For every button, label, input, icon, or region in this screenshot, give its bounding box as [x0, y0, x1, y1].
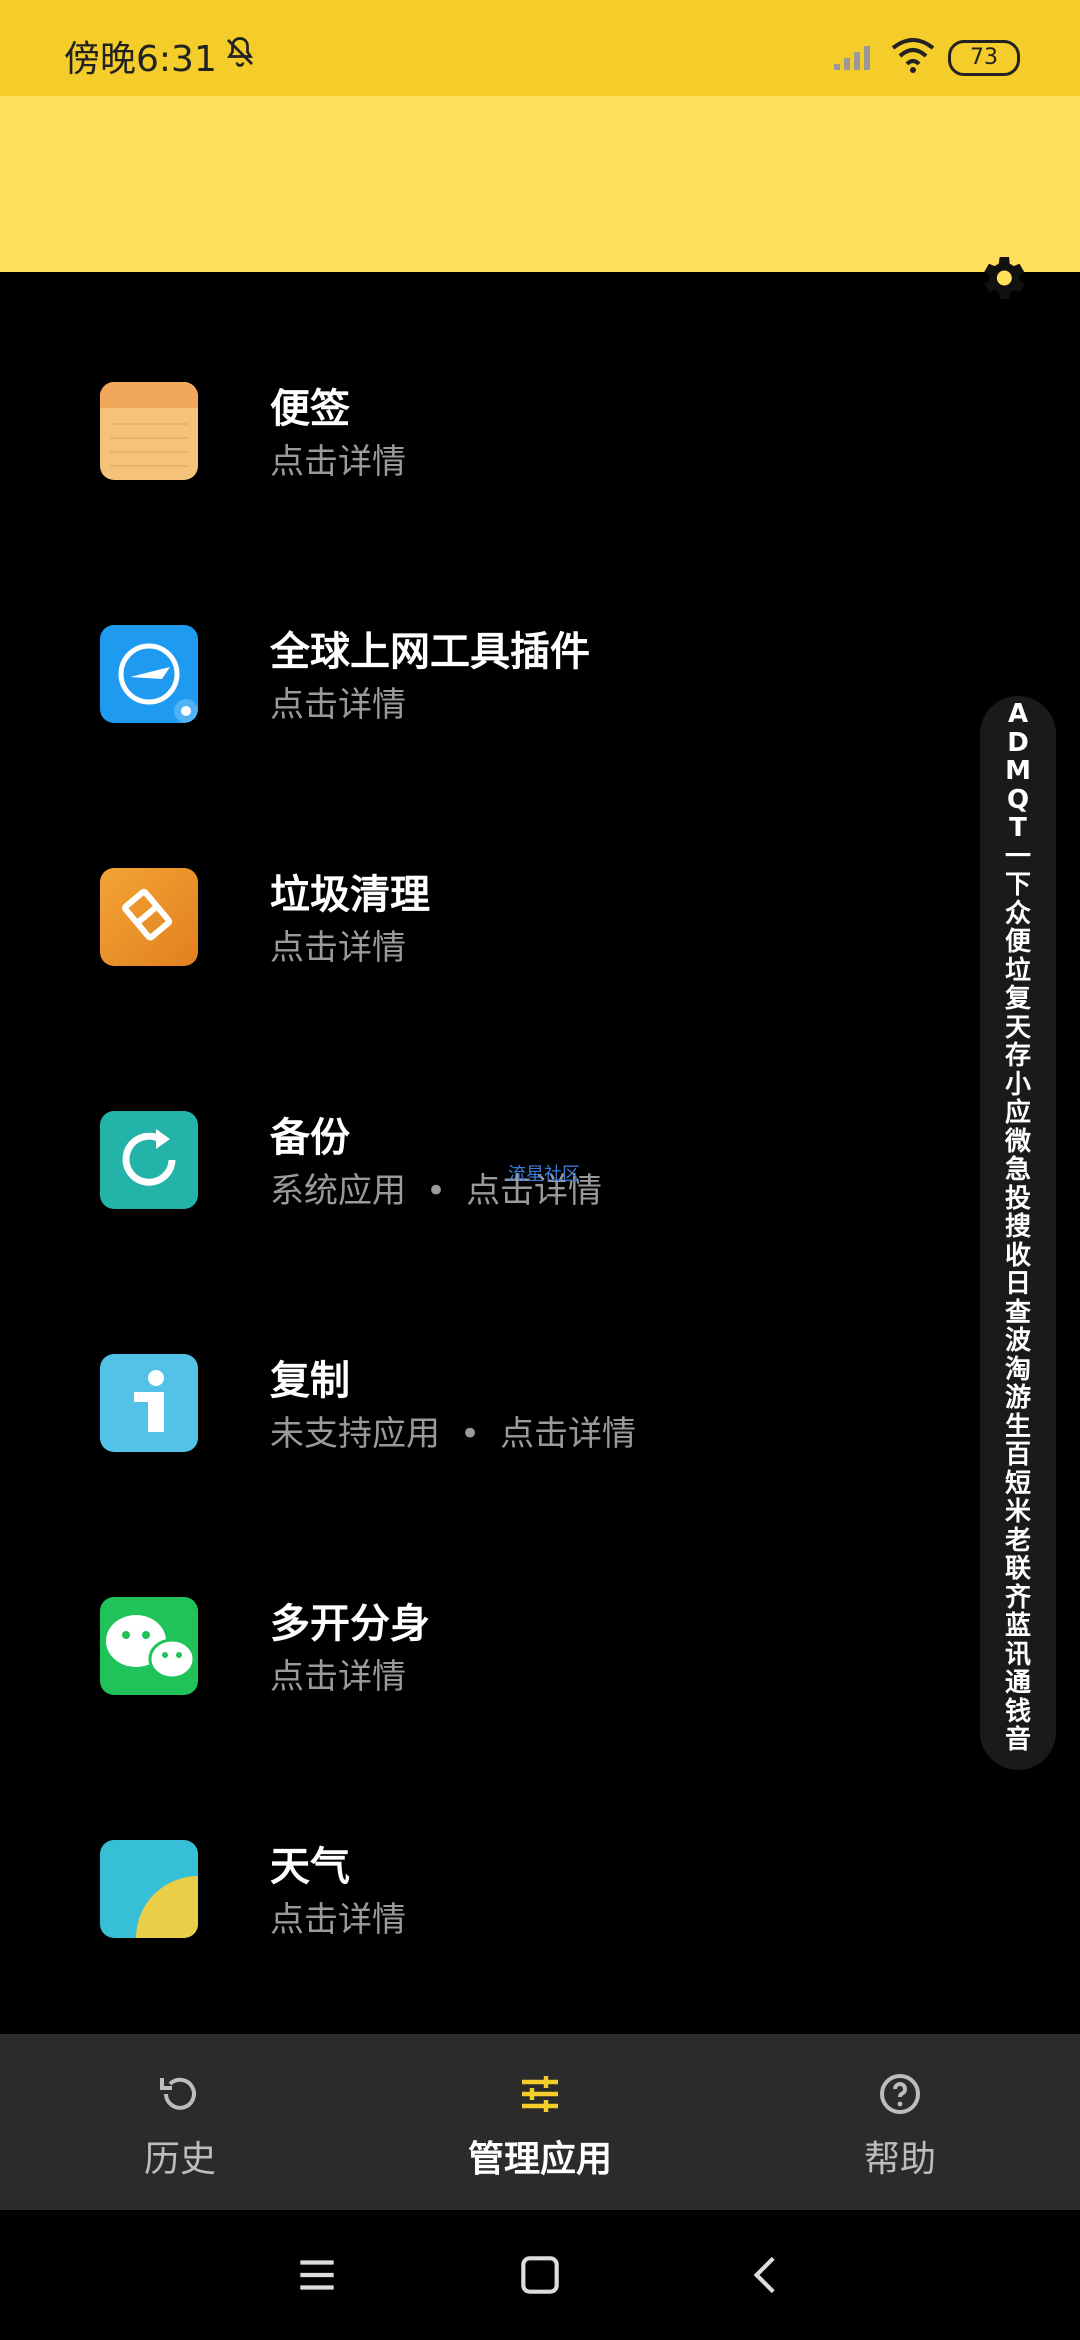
index-letter[interactable]: 下	[1005, 871, 1031, 900]
index-letter[interactable]: 音	[1005, 1726, 1031, 1755]
app-subtitle: 点击详情	[270, 1649, 406, 1698]
index-letter[interactable]: T	[1009, 814, 1027, 843]
index-letter[interactable]: 收	[1005, 1241, 1031, 1271]
app-title: 垃圾清理	[270, 872, 430, 918]
index-letter[interactable]: 垃	[1005, 956, 1031, 986]
tab-label: 管理应用	[467, 2139, 612, 2180]
index-letter[interactable]: 复	[1005, 985, 1031, 1014]
gear-icon[interactable]	[974, 250, 1030, 306]
list-item-global-internet[interactable]: 全球上网工具插件 点击详情	[0, 625, 1080, 825]
detail-link[interactable]: 点击详情	[270, 1657, 406, 1697]
detail-link[interactable]: 点击详情	[270, 1900, 406, 1940]
home-icon[interactable]	[515, 2250, 565, 2300]
index-letter[interactable]: 齐	[1005, 1583, 1031, 1613]
separator-dot: •	[426, 1171, 447, 1211]
index-letter[interactable]: 小	[1005, 1070, 1031, 1100]
back-icon[interactable]	[742, 2250, 792, 2300]
app-title: 便签	[270, 386, 350, 432]
index-letter[interactable]: 投	[1005, 1184, 1031, 1214]
index-letter[interactable]: 搜	[1005, 1213, 1031, 1242]
app-tag: 未支持应用	[270, 1414, 440, 1454]
tab-manage-apps[interactable]: 管理应用	[360, 2034, 720, 2210]
app-title: 备份	[270, 1115, 350, 1161]
index-letter[interactable]: 生	[1005, 1412, 1031, 1442]
weather-icon	[100, 1840, 198, 1938]
index-letter[interactable]: 便	[1005, 928, 1031, 957]
backup-icon	[100, 1111, 198, 1209]
tab-help[interactable]: 帮助	[720, 2034, 1080, 2210]
list-item-backup[interactable]: 备份 系统应用 • 点击详情	[0, 1111, 1080, 1311]
global-internet-icon	[100, 625, 198, 723]
index-letter[interactable]: 游	[1005, 1384, 1031, 1413]
menu-icon[interactable]	[292, 2250, 342, 2300]
index-letter[interactable]: 联	[1005, 1555, 1031, 1584]
index-letter[interactable]: 波	[1005, 1327, 1031, 1356]
bottom-navigation: 历史 管理应用 帮助	[0, 2034, 1080, 2210]
system-navigation	[0, 2210, 1080, 2340]
index-letter[interactable]: 众	[1005, 899, 1031, 929]
index-letter[interactable]: 百	[1005, 1441, 1031, 1470]
detail-link[interactable]: 点击详情	[500, 1414, 636, 1454]
app-subtitle: 点击详情	[270, 920, 406, 969]
detail-link[interactable]: 点击详情	[270, 442, 406, 482]
app-title: 多开分身	[270, 1601, 430, 1647]
index-letter[interactable]: 日	[1005, 1270, 1031, 1299]
tab-history[interactable]: 历史	[0, 2034, 360, 2210]
signal-icon	[834, 46, 870, 70]
detail-link[interactable]: 点击详情	[270, 685, 406, 725]
app-subtitle: 点击详情	[270, 677, 406, 726]
tab-label: 帮助	[863, 2139, 936, 2180]
history-icon	[160, 2077, 196, 2110]
app-subtitle: 点击详情	[270, 1892, 406, 1941]
index-letter[interactable]: A	[1008, 700, 1028, 729]
separator-dot: •	[460, 1414, 481, 1454]
app-subtitle: 点击详情	[270, 434, 406, 483]
index-letter[interactable]: 查	[1005, 1298, 1031, 1328]
index-letter[interactable]: 钱	[1005, 1697, 1031, 1727]
index-letter[interactable]: 急	[1005, 1156, 1031, 1185]
index-letter[interactable]: D	[1007, 728, 1029, 758]
app-title: 天气	[270, 1844, 350, 1890]
status-bar: 傍晚6:31 73	[0, 0, 1080, 96]
help-icon	[880, 2074, 920, 2114]
watermark: 流星社区	[508, 1164, 580, 1185]
detail-link[interactable]: 点击详情	[270, 928, 406, 968]
list-item-weather[interactable]: 天气 点击详情	[0, 1840, 1080, 2040]
app-tag: 系统应用	[270, 1171, 406, 1211]
app-header	[0, 96, 1080, 299]
list-item-copy[interactable]: 复制 未支持应用 • 点击详情	[0, 1354, 1080, 1554]
index-letter[interactable]: 通	[1005, 1669, 1031, 1698]
index-letter[interactable]: 微	[1005, 1127, 1031, 1157]
index-letter[interactable]: 应	[1005, 1099, 1031, 1128]
index-letter[interactable]: 存	[1005, 1042, 1031, 1071]
list-item-cleaner[interactable]: 垃圾清理 点击详情	[0, 868, 1080, 1068]
index-letter[interactable]: Q	[1007, 785, 1029, 815]
app-subtitle: 未支持应用 • 点击详情	[270, 1406, 636, 1455]
list-item-dual-apps[interactable]: 多开分身 点击详情	[0, 1597, 1080, 1797]
index-letter[interactable]: 蓝	[1005, 1612, 1031, 1641]
notes-icon	[100, 382, 198, 480]
index-letter[interactable]: 米	[1005, 1498, 1031, 1527]
sliders-icon	[522, 2076, 558, 2112]
status-time: 傍晚6:31	[64, 39, 217, 80]
letter-index-bar[interactable]: ADMQT一下众便垃复天存小应微急投搜收日查波淘游生百短米老联齐蓝讯通钱音	[980, 696, 1056, 1770]
index-letter[interactable]: 老	[1005, 1526, 1031, 1556]
list-item-notes[interactable]: 便签 点击详情	[0, 382, 1080, 582]
index-letter[interactable]: 天	[1005, 1013, 1031, 1043]
index-letter[interactable]: M	[1005, 757, 1031, 786]
app-title: 复制	[270, 1358, 350, 1404]
index-letter[interactable]: 讯	[1005, 1640, 1031, 1670]
index-letter[interactable]: 短	[1005, 1469, 1031, 1499]
index-letter[interactable]: 一	[1005, 842, 1031, 872]
app-title: 全球上网工具插件	[270, 629, 590, 675]
cleaner-icon	[100, 868, 198, 966]
info-copy-icon	[100, 1354, 198, 1452]
battery-indicator: 73	[948, 40, 1020, 76]
index-letter[interactable]: 淘	[1005, 1355, 1031, 1385]
tab-label: 历史	[143, 2139, 216, 2180]
wechat-dual-icon	[100, 1597, 198, 1695]
wifi-icon	[891, 38, 935, 73]
bell-muted-icon	[226, 37, 254, 67]
